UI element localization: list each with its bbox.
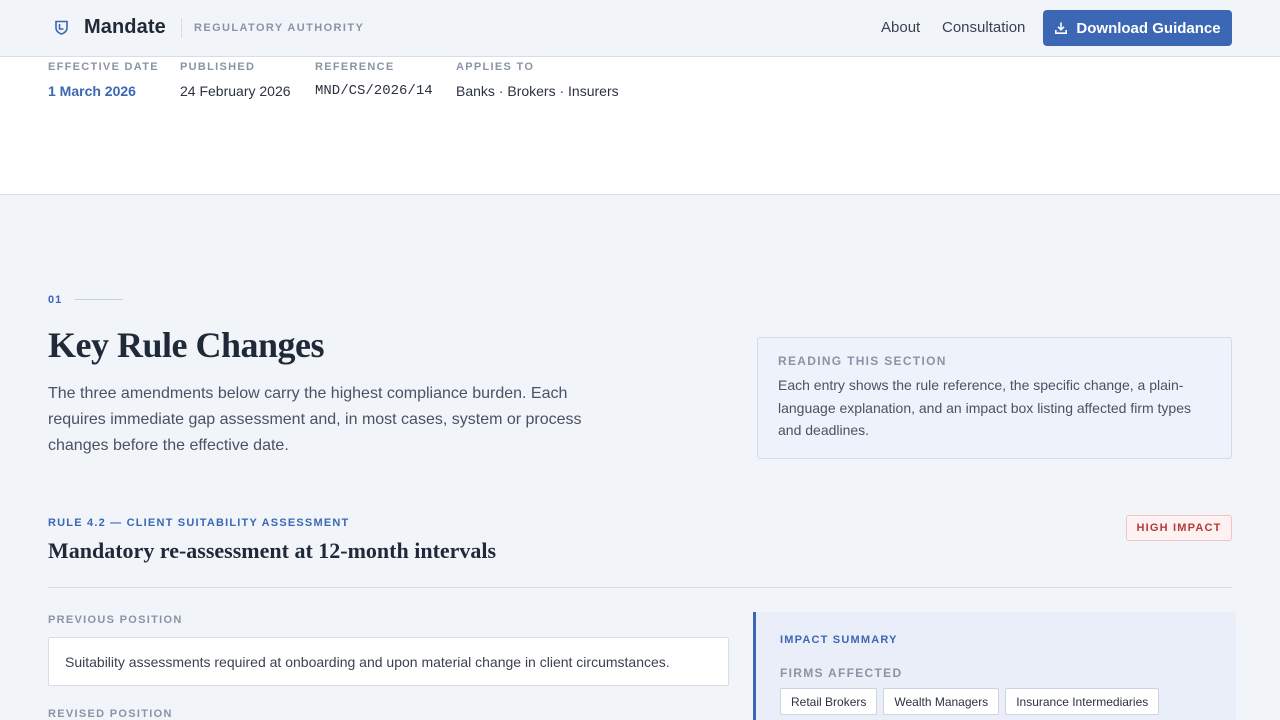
meta-reference: REFERENCE MND/CS/2026/14 (315, 61, 433, 99)
previous-position-label: PREVIOUS POSITION (48, 614, 183, 626)
meta-label: EFFECTIVE DATE (48, 61, 159, 73)
brand-subtitle: REGULATORY AUTHORITY (194, 22, 365, 34)
meta-effective-date: EFFECTIVE DATE 1 March 2026 (48, 61, 159, 99)
reading-guide-box: READING THIS SECTION Each entry shows th… (757, 337, 1232, 459)
meta-label: APPLIES TO (456, 61, 535, 73)
top-navigation-bar: Mandate REGULATORY AUTHORITY About Consu… (0, 0, 1280, 57)
section-intro: The three amendments below carry the hig… (48, 385, 582, 454)
brand-name[interactable]: Mandate (84, 16, 166, 39)
impact-summary-panel: IMPACT SUMMARY FIRMS AFFECTED Retail Bro… (753, 612, 1236, 720)
download-icon (1055, 22, 1068, 34)
meta-value: 1 March 2026 (48, 83, 136, 99)
section-title: Key Rule Changes (48, 325, 325, 365)
firms-affected-label: FIRMS AFFECTED (780, 666, 903, 680)
meta-published: PUBLISHED 24 February 2026 (180, 61, 291, 99)
section-number-rule (75, 299, 123, 300)
firms-affected-list: Retail Brokers Wealth Managers Insurance… (780, 688, 1160, 715)
rule-divider (48, 587, 1232, 588)
meta-value: 24 February 2026 (180, 83, 291, 99)
nav-link-about[interactable]: About (881, 19, 920, 36)
rule-title: Mandatory re-assessment at 12-month inte… (48, 538, 497, 563)
meta-value: MND/CS/2026/14 (315, 83, 433, 99)
firm-chip: Wealth Managers (883, 688, 1000, 715)
meta-applies-to: APPLIES TO Banks · Brokers · Insurers (456, 61, 619, 99)
previous-position-text: Suitability assessments required at onbo… (48, 637, 729, 686)
meta-label: REFERENCE (315, 61, 395, 73)
document-metadata: EFFECTIVE DATE 1 March 2026 PUBLISHED 24… (0, 57, 1280, 195)
meta-label: PUBLISHED (180, 61, 256, 73)
reading-guide-text: Each entry shows the rule reference, the… (778, 377, 1191, 438)
meta-value: Banks · Brokers · Insurers (456, 83, 619, 99)
brand-divider (181, 18, 182, 38)
reading-guide-title: READING THIS SECTION (778, 354, 947, 368)
section-number: 01 (48, 294, 63, 306)
download-guidance-button[interactable]: Download Guidance (1043, 10, 1232, 46)
firm-chip: Retail Brokers (780, 688, 878, 715)
rule-reference: RULE 4.2 — CLIENT SUITABILITY ASSESSMENT (48, 517, 350, 529)
firm-chip: Insurance Intermediaries (1005, 688, 1160, 715)
download-button-label: Download Guidance (1076, 19, 1221, 37)
impact-summary-title: IMPACT SUMMARY (780, 634, 898, 646)
revised-position-label: REVISED POSITION (48, 708, 173, 720)
nav-link-consultation[interactable]: Consultation (942, 19, 1025, 36)
shield-icon[interactable] (53, 19, 70, 36)
impact-badge: HIGH IMPACT (1126, 515, 1232, 541)
